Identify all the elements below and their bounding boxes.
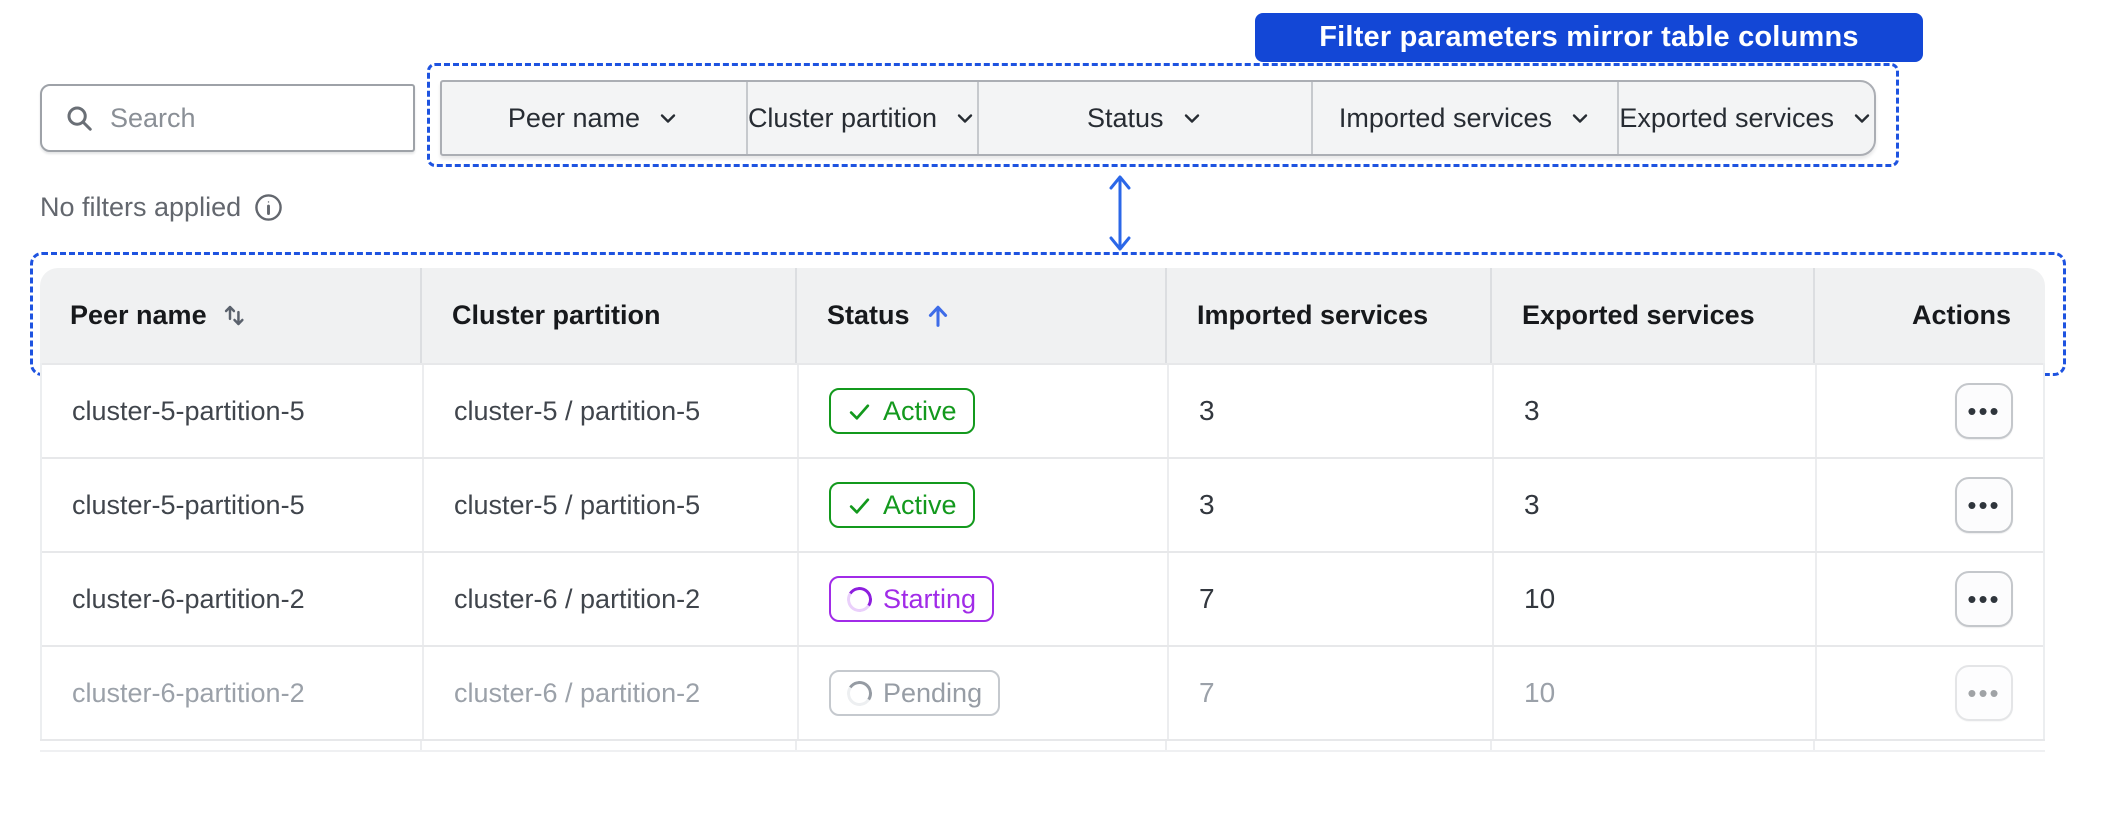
column-label: Cluster partition — [452, 300, 661, 330]
filter-dropdown-label: Peer name — [507, 102, 640, 133]
check-icon — [847, 399, 872, 424]
peer-name-cell: cluster-6-partition-2 — [72, 583, 305, 614]
sort-both-icon — [221, 302, 248, 329]
actions-cell: ••• — [1815, 647, 2047, 739]
status-badge: Pending — [829, 670, 1001, 716]
actions-cell: ••• — [1815, 553, 2047, 645]
cluster-partition-cell: cluster-6 / partition-2 — [422, 553, 797, 645]
column-header-peer-name[interactable]: Peer name — [40, 268, 420, 363]
clipped-next-row — [40, 739, 2045, 752]
status-badge: Starting — [829, 576, 995, 622]
row-actions-menu-button[interactable]: ••• — [1955, 571, 2013, 627]
exported-services-cell: 10 — [1492, 647, 1815, 739]
column-label: Exported services — [1522, 300, 1755, 330]
filter-dropdown[interactable]: Exported services — [1617, 82, 1874, 154]
imported-services-cell: 3 — [1167, 459, 1492, 551]
status-badge-label: Active — [883, 489, 957, 520]
chevron-down-icon — [1850, 106, 1874, 130]
column-header-status[interactable]: Status — [795, 268, 1165, 363]
table-row: cluster-5-partition-5 cluster-5 / partit… — [42, 457, 2043, 551]
search-box — [40, 84, 415, 152]
cluster-partition-cell: cluster-5 / partition-5 — [422, 459, 797, 551]
check-icon — [847, 493, 872, 518]
table-row: cluster-6-partition-2 cluster-6 / partit… — [42, 645, 2043, 739]
status-badge-label: Active — [883, 395, 957, 426]
table-body: cluster-5-partition-5 cluster-5 / partit… — [40, 363, 2045, 739]
search-input[interactable] — [110, 102, 360, 134]
cluster-partition-cell: cluster-6 / partition-2 — [422, 647, 797, 739]
peer-name-cell: cluster-5-partition-5 — [72, 395, 305, 426]
sort-ascending-icon — [924, 302, 952, 330]
exported-services-cell: 3 — [1492, 459, 1815, 551]
filter-dropdown-label: Imported services — [1338, 102, 1552, 133]
filter-dropdown[interactable]: Peer name — [442, 82, 746, 154]
annotation-arrow-icon — [1098, 172, 1142, 259]
exported-services-cell: 10 — [1492, 553, 1815, 645]
peers-page: Filter parameters mirror table columns P… — [0, 0, 2118, 816]
status-badge: Active — [829, 388, 975, 434]
chevron-down-icon — [1180, 106, 1204, 130]
filter-dropdown[interactable]: Cluster partition — [745, 82, 977, 154]
info-icon[interactable] — [254, 193, 283, 222]
annotation-callout: Filter parameters mirror table columns — [1255, 13, 1923, 62]
status-cell: Pending — [797, 647, 1167, 739]
row-actions-menu-button[interactable]: ••• — [1955, 665, 2013, 721]
column-label: Actions — [1911, 300, 2011, 330]
spinner-icon — [844, 678, 875, 708]
column-label: Imported services — [1197, 300, 1429, 330]
filter-dropdown-label: Status — [1086, 102, 1164, 133]
imported-services-cell: 7 — [1167, 553, 1492, 645]
chevron-down-icon — [1568, 106, 1592, 130]
column-header-cluster-partition: Cluster partition — [420, 268, 795, 363]
spinner-icon — [844, 584, 875, 614]
actions-cell: ••• — [1815, 459, 2047, 551]
search-icon — [64, 103, 94, 133]
chevron-down-icon — [953, 106, 977, 130]
row-actions-menu-button[interactable]: ••• — [1955, 383, 2013, 439]
status-badge: Active — [829, 482, 975, 528]
actions-cell: ••• — [1815, 365, 2047, 457]
imported-services-cell: 3 — [1167, 365, 1492, 457]
filter-dropdown-label: Exported services — [1619, 102, 1834, 133]
exported-services-cell: 3 — [1492, 365, 1815, 457]
table-row: cluster-6-partition-2 cluster-6 / partit… — [42, 551, 2043, 645]
column-header-imported-services: Imported services — [1165, 268, 1490, 363]
filter-summary-text: No filters applied — [40, 192, 242, 222]
peer-name-cell: cluster-5-partition-5 — [72, 489, 305, 520]
filter-dropdown[interactable]: Status — [977, 82, 1311, 154]
chevron-down-icon — [656, 106, 680, 130]
status-cell: Active — [797, 365, 1167, 457]
column-label: Status — [827, 300, 910, 330]
filter-dropdown-group: Peer name Cluster partition Status Impor… — [440, 80, 1876, 156]
status-badge-label: Starting — [883, 583, 977, 614]
peer-name-cell: cluster-6-partition-2 — [72, 677, 305, 708]
status-cell: Starting — [797, 553, 1167, 645]
column-header-actions: Actions — [1813, 268, 2045, 363]
status-cell: Active — [797, 459, 1167, 551]
filter-dropdown-label: Cluster partition — [747, 102, 938, 133]
column-label: Peer name — [70, 300, 207, 330]
table-header-row: Peer name Cluster partition Status Impor… — [40, 268, 2045, 363]
filter-summary: No filters applied — [40, 192, 283, 223]
peers-table: Peer name Cluster partition Status Impor… — [40, 268, 2045, 752]
row-actions-menu-button[interactable]: ••• — [1955, 477, 2013, 533]
cluster-partition-cell: cluster-5 / partition-5 — [422, 365, 797, 457]
table-row: cluster-5-partition-5 cluster-5 / partit… — [42, 363, 2043, 457]
status-badge-label: Pending — [883, 677, 983, 708]
imported-services-cell: 7 — [1167, 647, 1492, 739]
filter-dropdown[interactable]: Imported services — [1311, 82, 1617, 154]
column-header-exported-services: Exported services — [1490, 268, 1813, 363]
